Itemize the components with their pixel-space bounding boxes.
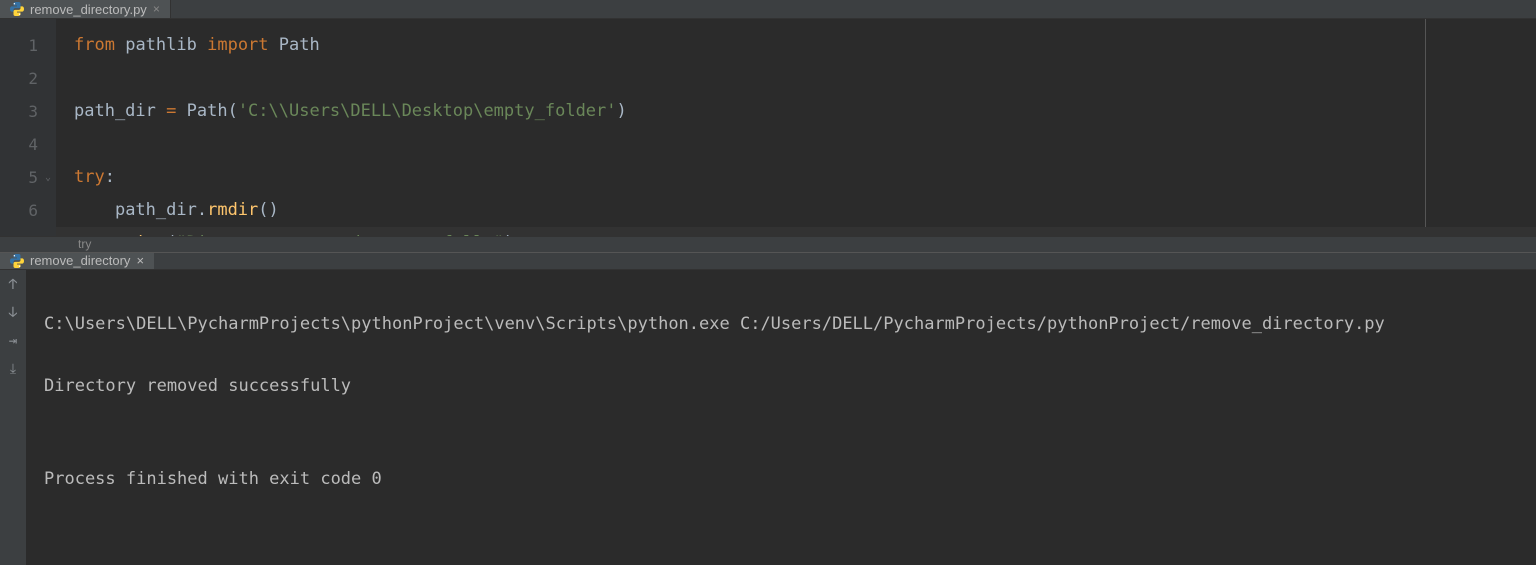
fold-icon[interactable]: ⌃ [42, 227, 54, 236]
code-area[interactable]: from pathlib import Path path_dir = Path… [56, 19, 1426, 236]
console-line: Process finished with exit code 0 [44, 464, 1518, 495]
code-line [74, 128, 1425, 161]
editor-tab-label: remove_directory.py [30, 2, 147, 17]
console-line: Directory removed successfully [44, 371, 1518, 402]
code-line: path_dir.rmdir() [74, 194, 1425, 227]
run-tab[interactable]: remove_directory × [0, 253, 154, 269]
code-line [74, 62, 1425, 95]
line-number: 2 [0, 62, 38, 95]
line-number: 7 [0, 227, 38, 236]
code-line: from pathlib import Path [74, 29, 1425, 62]
editor-tab[interactable]: remove_directory.py × [0, 0, 171, 18]
close-icon[interactable]: × [136, 253, 144, 268]
code-line: ⌄try: [74, 161, 1425, 194]
arrow-up-icon[interactable]: ↑ [9, 276, 17, 294]
line-number: 4 [0, 128, 38, 161]
gutter: 1 2 3 4 5 6 7 8 9 [0, 19, 56, 236]
line-number: 1 [0, 29, 38, 62]
code-line: path_dir = Path('C:\\Users\DELL\Desktop\… [74, 95, 1425, 128]
breadcrumb[interactable]: try [0, 236, 1536, 252]
python-icon [10, 2, 24, 16]
arrow-down-icon[interactable]: ↓ [9, 304, 17, 322]
scroll-end-icon[interactable]: ⤓ [10, 360, 16, 378]
run-tab-label: remove_directory [30, 253, 130, 268]
line-number: 6 [0, 194, 38, 227]
run-tabstrip: remove_directory × [0, 252, 1536, 270]
fold-icon[interactable]: ⌄ [42, 161, 54, 194]
editor[interactable]: 1 2 3 4 5 6 7 8 9 from pathlib import Pa… [0, 19, 1536, 236]
python-icon [10, 254, 24, 268]
line-number: 5 [0, 161, 38, 194]
code-line-current: ⌃ print("Directory removed successfully"… [56, 227, 1536, 236]
run-toolwindow: ↑ ↓ ⇥ ⤓ C:\Users\DELL\PycharmProjects\py… [0, 270, 1536, 565]
console-line: C:\Users\DELL\PycharmProjects\pythonProj… [44, 309, 1518, 340]
softwrap-icon[interactable]: ⇥ [9, 332, 17, 350]
run-toolbar: ↑ ↓ ⇥ ⤓ [0, 270, 26, 565]
editor-tabstrip: remove_directory.py × [0, 0, 1536, 19]
breadcrumb-item[interactable]: try [78, 237, 91, 251]
close-icon[interactable]: × [153, 2, 160, 16]
ide-root: remove_directory.py × 1 2 3 4 5 6 7 8 9 … [0, 0, 1536, 565]
line-number: 3 [0, 95, 38, 128]
console-output[interactable]: C:\Users\DELL\PycharmProjects\pythonProj… [26, 270, 1536, 565]
